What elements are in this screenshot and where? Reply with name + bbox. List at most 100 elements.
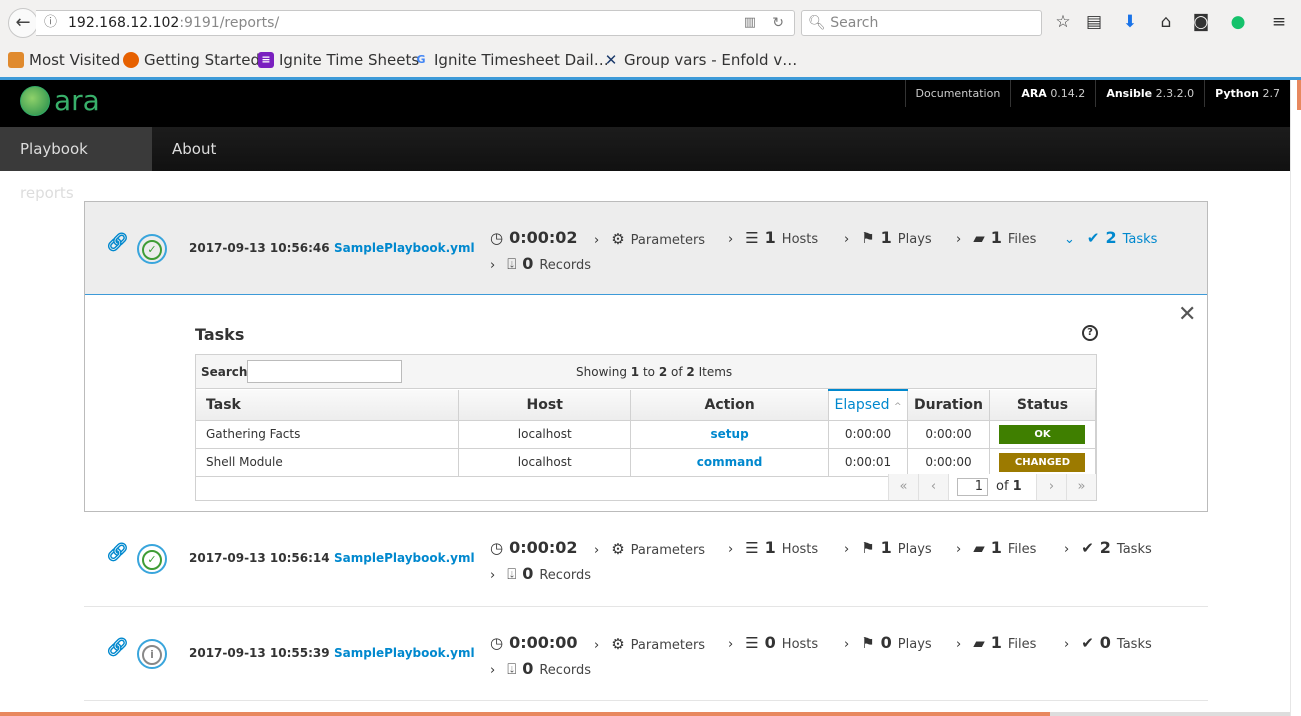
tasks-search-input[interactable] <box>247 360 402 383</box>
scrollbar[interactable] <box>1290 80 1301 716</box>
permalink-icon[interactable]: 🔗︎ <box>106 542 129 563</box>
table-row[interactable]: Shell Module localhost command 0:00:01 0… <box>196 448 1097 477</box>
flag-link[interactable]: › ⚑ 0 Plays <box>844 633 932 652</box>
server-link[interactable]: › ☰ 1 Hosts <box>728 538 818 557</box>
reload-icon[interactable]: ↻ <box>772 11 784 35</box>
back-button[interactable]: ← <box>8 8 38 38</box>
bookmark-star-icon[interactable]: ☆ <box>1052 12 1074 32</box>
playbook-date: 2017-09-13 10:55:39 <box>189 646 330 660</box>
duration: ◷ 0:00:02 <box>490 538 578 557</box>
last-page-button[interactable]: » <box>1066 474 1096 500</box>
column-header-elapsed[interactable]: Elapsed ^ <box>828 389 908 421</box>
playbook-file-link[interactable]: SamplePlaybook.yml <box>334 241 475 255</box>
browser-search-input[interactable]: 🔍︎ Search <box>801 10 1042 36</box>
playbook-file-link[interactable]: SamplePlaybook.yml <box>334 551 475 565</box>
ansible-label: Ansible <box>1106 87 1153 100</box>
bookmark-group-vars[interactable]: ✕ Group vars - Enfold v… <box>603 51 798 69</box>
tasks-table: Search: Showing 1 to 2 of 2 Items Task H… <box>195 354 1097 501</box>
showing-to: 2 <box>658 365 668 379</box>
close-icon[interactable]: ✕ <box>1178 302 1196 327</box>
bottom-scrollbar-track[interactable] <box>1050 712 1290 716</box>
bookmark-ignite-time-sheets[interactable]: ≡ Ignite Time Sheets <box>258 51 419 69</box>
playbook-row[interactable]: 🔗︎ ✓ 2017-09-13 10:56:46 SamplePlaybook.… <box>84 201 1208 294</box>
folder-link[interactable]: › ▰ 1 Files <box>956 538 1036 557</box>
ara-label: ARA <box>1021 87 1047 100</box>
nav-about[interactable]: About <box>152 127 236 171</box>
task-action-link[interactable]: setup <box>630 420 830 449</box>
info-icon[interactable]: ⓘ <box>44 11 57 35</box>
permalink-icon[interactable]: 🔗︎ <box>106 232 129 253</box>
column-header-duration[interactable]: Duration <box>907 390 990 421</box>
plays-count: 1 <box>880 538 892 557</box>
home-icon[interactable]: ⌂ <box>1155 12 1177 32</box>
url-bar[interactable]: ⓘ 192.168.12.102:9191/reports/ ▥ ↻ <box>36 10 795 36</box>
url-text[interactable]: 192.168.12.102:9191/reports/ <box>68 11 279 35</box>
next-page-button[interactable]: › <box>1036 474 1066 500</box>
files_label: Files <box>1007 637 1037 652</box>
chevron-right-icon: › <box>1064 637 1070 652</box>
column-header-task[interactable]: Task <box>196 390 460 421</box>
documentation-link[interactable]: Documentation <box>904 80 1011 107</box>
server-link[interactable]: › ☰ 1 Hosts <box>728 228 818 247</box>
column-header-status[interactable]: Status <box>989 390 1097 421</box>
playbook-row[interactable]: 🔗︎ i 2017-09-13 10:55:39 SamplePlaybook.… <box>84 607 1208 700</box>
check-link[interactable]: › ✔ 0 Tasks <box>1064 633 1152 652</box>
server-link[interactable]: › ☰ 0 Hosts <box>728 633 818 652</box>
download-box-link[interactable]: › ⍗ 0 Records <box>490 254 591 273</box>
help-icon[interactable]: ? <box>1082 325 1098 341</box>
status-badge[interactable]: CHANGED <box>999 452 1086 472</box>
records-count: 0 <box>522 564 534 583</box>
flag-icon: ⚑ <box>861 229 875 247</box>
first-page-button[interactable]: « <box>888 474 918 500</box>
bookmark-getting-started[interactable]: Getting Started <box>123 51 260 69</box>
folder-link[interactable]: › ▰ 1 Files <box>956 633 1036 652</box>
gears-link[interactable]: › ⚙ Parameters <box>594 635 705 653</box>
flag-link[interactable]: › ⚑ 1 Plays <box>844 538 932 557</box>
folder-link[interactable]: › ▰ 1 Files <box>956 228 1036 247</box>
page-input[interactable]: 1 <box>957 478 988 496</box>
reader-view-icon[interactable]: ▥ <box>744 11 756 35</box>
permalink-icon[interactable]: 🔗︎ <box>106 637 129 658</box>
documentation-label: Documentation <box>915 87 1001 100</box>
bookmark-ignite-timesheet-daily[interactable]: G Ignite Timesheet Dail… <box>413 51 608 69</box>
files_label: Files <box>1007 542 1037 557</box>
download-box-link[interactable]: › ⍗ 0 Records <box>490 564 591 583</box>
ara-version-value: 0.14.2 <box>1050 87 1086 100</box>
status-icon-unknown: i <box>137 639 167 669</box>
bookmarks-bar: Most Visited Getting Started ≡ Ignite Tim… <box>0 46 1301 77</box>
bottom-scrollbar-thumb[interactable] <box>0 712 1050 716</box>
plays_label: Plays <box>897 637 932 652</box>
chevron-right-icon: › <box>956 637 962 652</box>
column-header-action[interactable]: Action <box>630 390 830 421</box>
pocket-icon[interactable]: ◙ <box>1190 12 1212 32</box>
flag-link[interactable]: › ⚑ 1 Plays <box>844 228 932 247</box>
hosts_label: Hosts <box>781 637 819 652</box>
gears-link[interactable]: › ⚙ Parameters <box>594 230 705 248</box>
tasks-grid: Task Host Action Elapsed ^ Duration Stat… <box>196 389 1097 477</box>
check-link[interactable]: ⌄ ✔ 2 Tasks <box>1064 228 1157 247</box>
ara-logo[interactable]: ara <box>20 86 100 116</box>
tools-icon: ✕ <box>604 51 618 69</box>
download-box-link[interactable]: › ⍗ 0 Records <box>490 659 591 678</box>
playbook-file-link[interactable]: SamplePlaybook.yml <box>334 646 475 660</box>
reading-list-icon[interactable]: ▤ <box>1083 12 1105 32</box>
grammarly-icon[interactable]: ● <box>1227 12 1249 32</box>
table-row[interactable]: Gathering Facts localhost setup 0:00:00 … <box>196 420 1097 449</box>
gears-link[interactable]: › ⚙ Parameters <box>594 540 705 558</box>
column-header-host[interactable]: Host <box>458 390 632 421</box>
status-badge[interactable]: OK <box>999 424 1086 444</box>
bookmark-most-visited[interactable]: Most Visited <box>8 51 120 69</box>
task-action-link[interactable]: command <box>630 448 830 477</box>
menu-icon[interactable]: ≡ <box>1268 12 1290 32</box>
duration: ◷ 0:00:02 <box>490 228 578 247</box>
clock-icon: ◷ <box>490 539 504 557</box>
bookmark-label: Getting Started <box>144 51 260 69</box>
playbook-row[interactable]: 🔗︎ ✓ 2017-09-13 10:56:14 SamplePlaybook.… <box>84 512 1208 605</box>
check-link[interactable]: › ✔ 2 Tasks <box>1064 538 1152 557</box>
browser-toolbar: ← ⓘ 192.168.12.102:9191/reports/ ▥ ↻ 🔍︎ … <box>0 0 1301 46</box>
nav-playbook-reports[interactable]: Playbook reports <box>0 127 152 202</box>
scrollbar-thumb[interactable] <box>1297 80 1301 110</box>
prev-page-button[interactable]: ‹ <box>918 474 948 500</box>
download-icon[interactable]: ⬇ <box>1119 12 1141 32</box>
files-count: 1 <box>990 538 1002 557</box>
